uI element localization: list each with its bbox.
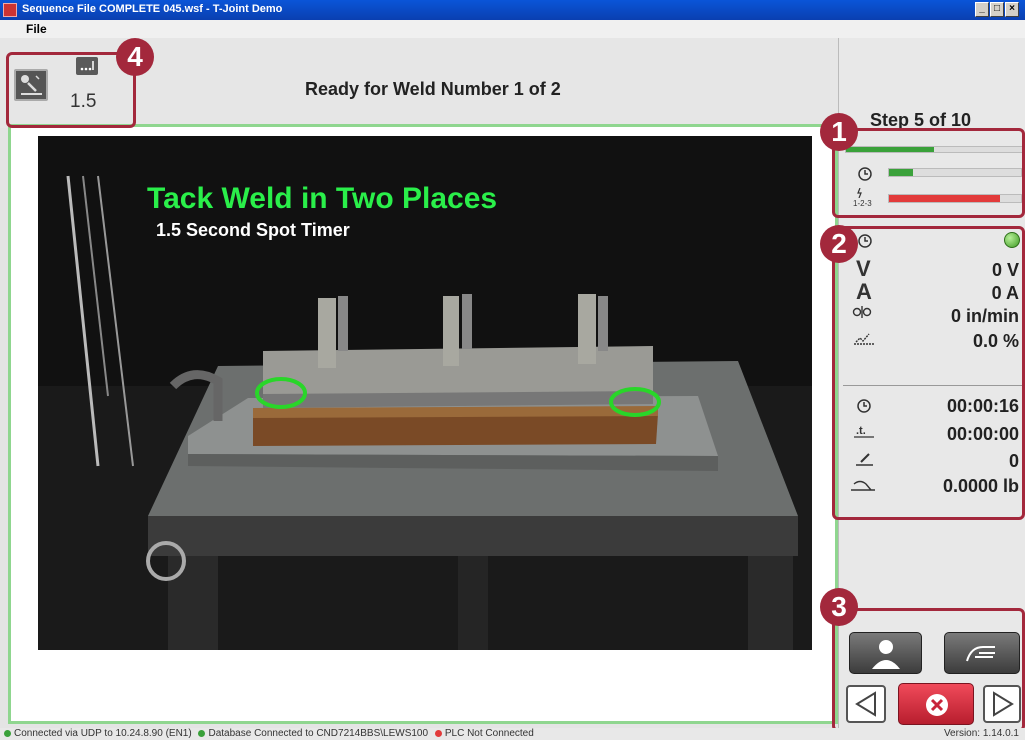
app-icon — [3, 3, 17, 17]
udp-status: Connected via UDP to 10.24.8.90 (EN1) — [14, 728, 192, 739]
callout-badge-1: 1 — [820, 113, 858, 151]
version-text: Version: 1.14.0.1 — [943, 728, 1019, 739]
weld-status-title: Ready for Weld Number 1 of 2 — [305, 79, 561, 99]
minimize-button[interactable]: _ — [975, 2, 989, 17]
callout-badge-3: 3 — [820, 588, 858, 626]
callout-badge-4: 4 — [116, 38, 154, 76]
menu-file[interactable]: File — [26, 22, 47, 36]
database-status: Database Connected to CND7214BBS\LEWS100 — [208, 728, 429, 739]
status-bar: Connected via UDP to 10.24.8.90 (EN1) Da… — [0, 728, 1025, 740]
instruction-subheading: 1.5 Second Spot Timer — [156, 220, 350, 240]
window-title: Sequence File COMPLETE 045.wsf - T-Joint… — [22, 3, 283, 15]
callout-box-1 — [832, 128, 1025, 218]
plc-status-dot — [434, 729, 442, 737]
plc-status: PLC Not Connected — [444, 728, 534, 739]
title-bar: Sequence File COMPLETE 045.wsf - T-Joint… — [0, 0, 1025, 20]
database-status-dot — [198, 729, 206, 737]
menu-bar: File — [0, 20, 1025, 38]
maximize-button[interactable]: □ — [990, 2, 1004, 17]
callout-box-3 — [832, 608, 1025, 732]
callout-box-2 — [832, 226, 1025, 520]
instruction-heading: Tack Weld in Two Places — [147, 182, 498, 215]
close-window-button[interactable]: × — [1005, 2, 1019, 17]
udp-status-dot — [4, 729, 11, 737]
instruction-image: Tack Weld in Two Places 1.5 Second Spot … — [38, 136, 812, 650]
callout-badge-2: 2 — [820, 225, 858, 263]
